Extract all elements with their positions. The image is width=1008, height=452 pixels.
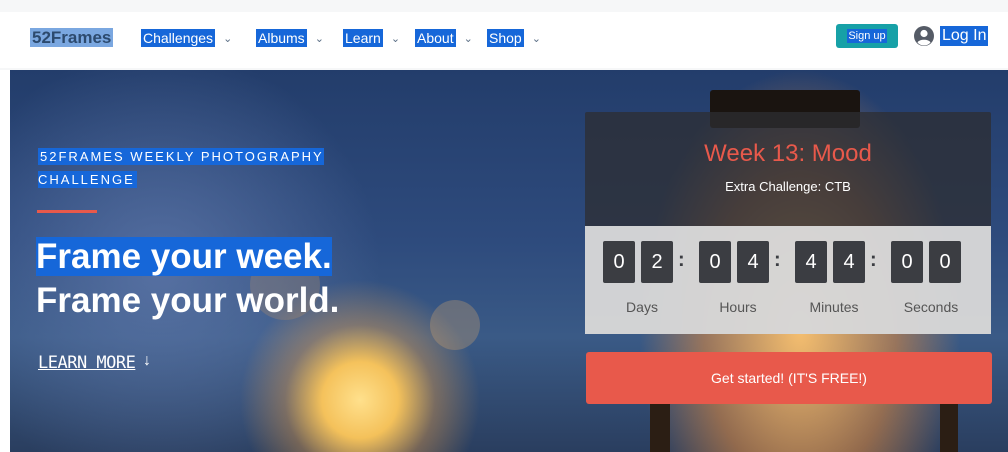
nav-item-albums[interactable]: Albums ⌄ <box>256 28 324 48</box>
get-started-button[interactable]: Get started! (IT'S FREE!) <box>586 352 992 404</box>
learn-more-link[interactable]: LEARN MORE <box>38 353 136 373</box>
countdown-digit: 0 <box>891 241 923 283</box>
countdown-unit-hours: Hours <box>719 299 757 315</box>
chevron-down-icon: ⌄ <box>223 32 233 45</box>
nav-item-label: Albums <box>256 29 307 47</box>
countdown-unit-days: Days <box>626 299 658 315</box>
arrow-down-icon[interactable]: ↓ <box>143 352 151 370</box>
countdown-separator: : <box>870 249 877 271</box>
headline-line-2: Frame your world. <box>36 281 340 320</box>
hero-headline: Frame your week. Frame your world. <box>36 235 339 323</box>
nav-item-label: Shop <box>487 29 524 47</box>
nav-item-about[interactable]: About ⌄ <box>415 28 473 48</box>
chevron-down-icon: ⌄ <box>390 32 401 45</box>
hero-section: 52FRAMES WEEKLY PHOTOGRAPHY CHALLENGE Fr… <box>10 70 1008 452</box>
countdown-separator: : <box>678 249 685 271</box>
nav-item-label: Learn <box>343 29 383 47</box>
user-circle-icon[interactable] <box>913 25 935 47</box>
chevron-down-icon: ⌄ <box>463 32 473 45</box>
headline-line-1: Frame your week. <box>36 237 332 276</box>
nav-item-challenges[interactable]: Challenges ⌄ <box>141 28 232 48</box>
challenge-title[interactable]: Week 13: Mood <box>585 140 991 168</box>
bokeh-light <box>430 300 480 350</box>
countdown-unit-minutes: Minutes <box>809 299 859 315</box>
log-in-link[interactable]: Log In <box>940 26 989 46</box>
site-logo[interactable]: 52Frames <box>30 28 114 47</box>
countdown-unit-seconds: Seconds <box>903 299 959 315</box>
challenge-panel: Week 13: Mood Extra Challenge: CTB 0 2 :… <box>585 112 991 334</box>
countdown-separator: : <box>774 249 781 271</box>
nav-item-shop[interactable]: Shop ⌄ <box>487 28 541 48</box>
countdown-digit: 0 <box>603 241 635 283</box>
chevron-down-icon: ⌄ <box>314 32 324 45</box>
sign-up-label: Sign up <box>847 29 887 43</box>
countdown-timer: 0 2 : 0 4 : 4 4 : 0 0 Days Hours Minutes… <box>585 226 991 334</box>
nav-item-label: Challenges <box>141 29 216 47</box>
nav-item-label: About <box>415 29 456 47</box>
eyebrow-text: 52FRAMES WEEKLY PHOTOGRAPHY CHALLENGE <box>38 148 324 188</box>
chevron-down-icon: ⌄ <box>531 32 541 45</box>
accent-divider <box>37 210 97 213</box>
countdown-digit: 4 <box>737 241 769 283</box>
extra-challenge-text: Extra Challenge: CTB <box>725 179 851 194</box>
hero-eyebrow: 52FRAMES WEEKLY PHOTOGRAPHY CHALLENGE <box>38 145 358 191</box>
sign-up-button[interactable]: Sign up <box>836 24 898 48</box>
countdown-digit: 4 <box>795 241 827 283</box>
countdown-digit: 0 <box>699 241 731 283</box>
countdown-digit: 0 <box>929 241 961 283</box>
countdown-digit: 2 <box>641 241 673 283</box>
nav-item-learn[interactable]: Learn ⌄ <box>343 28 400 48</box>
countdown-digit: 4 <box>833 241 865 283</box>
